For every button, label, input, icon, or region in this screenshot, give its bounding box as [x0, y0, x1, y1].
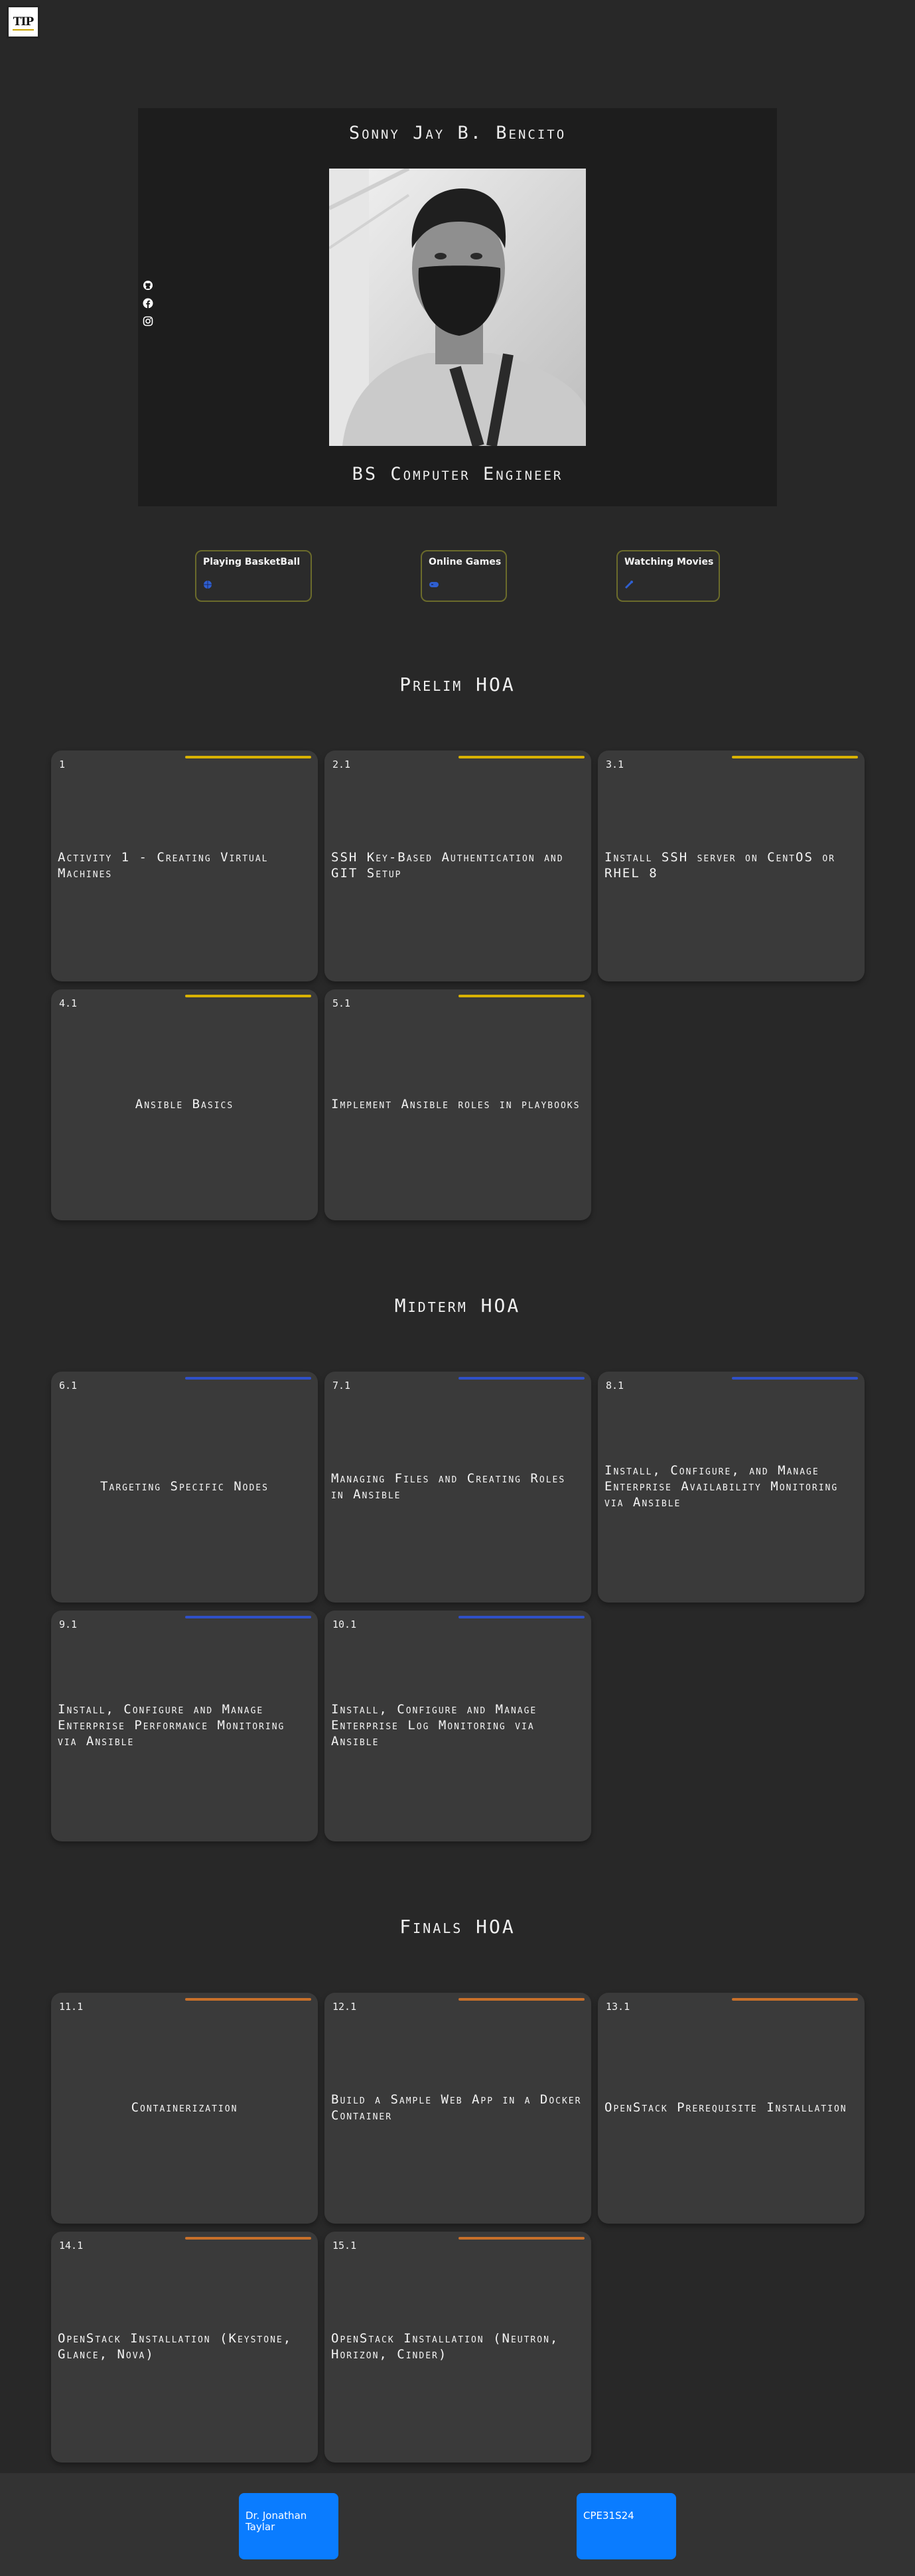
card-title: Activity 1 - Creating Virtual Machines: [58, 850, 269, 881]
card-title: Containerization: [131, 2100, 238, 2115]
logo-text: TIP: [13, 15, 34, 29]
logo: TIP: [7, 5, 40, 38]
card-title: OpenStack Installation (Neutron, Horizon…: [331, 2331, 559, 2362]
profile-name: Sonny Jay B. Bencito: [348, 123, 567, 143]
section-title-finals: Finals HOA: [399, 1916, 516, 1938]
card-hoa-6-1[interactable]: 6.1 Targeting Specific Nodes: [51, 1372, 318, 1603]
card-hoa-4-1[interactable]: 4.1 Ansible Basics: [51, 989, 318, 1220]
facebook-icon[interactable]: [142, 297, 154, 309]
hobby-label: Watching Movies: [624, 557, 714, 567]
instructor-button[interactable]: Dr. Jonathan Taylar: [239, 2493, 338, 2559]
card-title: Implement Ansible roles in playbooks: [331, 1097, 581, 1112]
section-title-midterm: Midterm HOA: [394, 1295, 521, 1317]
card-hoa-15-1[interactable]: 15.1 OpenStack Installation (Neutron, Ho…: [324, 2232, 591, 2463]
course-button[interactable]: CPE31S24: [577, 2493, 676, 2559]
card-title: Ansible Basics: [135, 1097, 234, 1112]
card-hoa-10-1[interactable]: 10.1 Install, Configure and Manage Enter…: [324, 1610, 591, 1841]
hobbies: Playing BasketBall Online Games Watching…: [0, 550, 915, 602]
card-hoa-8-1[interactable]: 8.1 Install, Configure, and Manage Enter…: [598, 1372, 865, 1603]
card-hoa-14-1[interactable]: 14.1 OpenStack Installation (Keystone, G…: [51, 2232, 318, 2463]
github-icon[interactable]: [142, 279, 154, 291]
card-title: OpenStack Prerequisite Installation: [604, 2100, 847, 2115]
hobby-label: Playing BasketBall: [203, 557, 301, 567]
card-hoa-7-1[interactable]: 7.1 Managing Files and Creating Roles in…: [324, 1372, 591, 1603]
card-hoa-12-1[interactable]: 12.1 Build a Sample Web App in a Docker …: [324, 1993, 591, 2224]
card-title: OpenStack Installation (Keystone, Glance…: [58, 2331, 293, 2362]
card-hoa-2-1[interactable]: 2.1 SSH Key-Based Authentication and GIT…: [324, 751, 591, 981]
card-hoa-3-1[interactable]: 3.1 Install SSH server on CentOS or RHEL…: [598, 751, 865, 981]
card-title: Build a Sample Web App in a Docker Conta…: [331, 2092, 582, 2123]
section-title-prelim: Prelim HOA: [399, 674, 516, 695]
basketball-icon: [203, 579, 212, 589]
card-hoa-13-1[interactable]: 13.1 OpenStack Prerequisite Installation: [598, 1993, 865, 2224]
hobby-online-games: Online Games: [421, 550, 507, 602]
card-title: Managing Files and Creating Roles in Ans…: [331, 1471, 566, 1502]
gamepad-icon: [429, 579, 439, 589]
profile-role: BS Computer Engineer: [352, 464, 563, 484]
card-hoa-11-1[interactable]: 11.1 Containerization: [51, 1993, 318, 2224]
card-title: Install, Configure and Manage Enterprise…: [331, 1702, 537, 1749]
card-hoa-9-1[interactable]: 9.1 Install, Configure and Manage Enterp…: [51, 1610, 318, 1841]
card-title: Targeting Specific Nodes: [100, 1479, 269, 1494]
footer: Dr. Jonathan Taylar CPE31S24: [0, 2473, 915, 2576]
card-hoa-5-1[interactable]: 5.1 Implement Ansible roles in playbooks: [324, 989, 591, 1220]
hobby-basketball: Playing BasketBall: [195, 550, 312, 602]
hobby-label: Online Games: [429, 557, 502, 567]
card-title: Install SSH server on CentOS or RHEL 8: [604, 850, 835, 881]
social-links: [142, 279, 154, 327]
card-title: SSH Key-Based Authentication and GIT Set…: [331, 850, 564, 881]
instagram-icon[interactable]: [142, 315, 154, 327]
movie-icon: [624, 579, 634, 589]
card-hoa-1[interactable]: 1 Activity 1 - Creating Virtual Machines: [51, 751, 318, 981]
card-title: Install, Configure and Manage Enterprise…: [58, 1702, 285, 1749]
card-title: Install, Configure, and Manage Enterpris…: [604, 1463, 839, 1510]
profile-card: Sonny Jay B. Bencito BS Computer Enginee…: [138, 108, 777, 506]
profile-photo: [329, 169, 586, 446]
hobby-watching-movies: Watching Movies: [616, 550, 720, 602]
